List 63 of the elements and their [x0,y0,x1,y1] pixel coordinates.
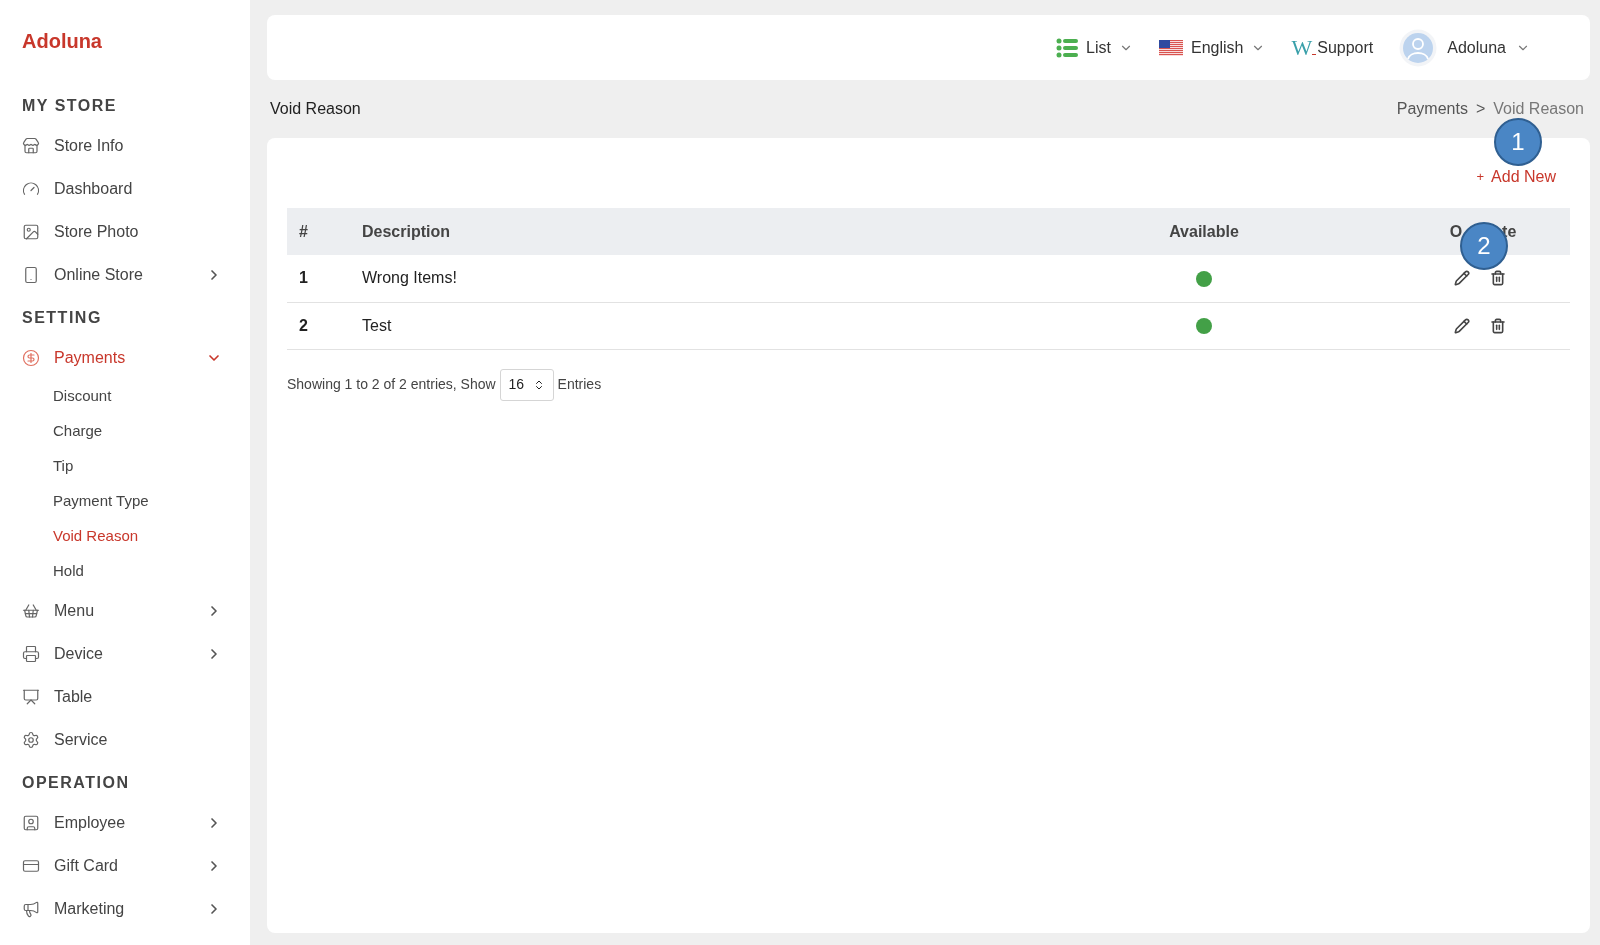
submenu-item[interactable]: Hold [53,560,84,579]
submenu-item[interactable]: Discount [53,385,112,404]
submenu-item[interactable]: Void Reason [53,525,139,544]
avatar-icon [1399,28,1438,67]
easel-icon [22,688,40,706]
basket-icon [22,602,40,620]
sidebar-item[interactable]: Store Photo [22,220,228,244]
sidebar-item[interactable]: Gift Card [22,854,228,878]
sidebar-item[interactable]: Menu [22,599,228,623]
delete-icon[interactable] [1490,317,1506,334]
column-header: O [1449,221,1463,242]
table-cell: Test [362,302,1012,349]
image-icon [22,223,40,241]
sidebar-item[interactable]: Dashboard [22,177,228,201]
support-logo: W [1291,36,1313,59]
table-cell: Wrong Items! [362,255,1012,302]
add-new-button[interactable]: + Add New [1476,166,1556,188]
delete-icon[interactable] [1490,270,1506,287]
submenu-item[interactable]: Charge [53,420,103,439]
sidebar-item[interactable]: Online Store [22,263,228,287]
flag-icon [1159,39,1183,56]
table-cell: 2 [287,302,362,349]
edit-icon[interactable] [1454,270,1470,287]
sidebar-item[interactable]: Payments [22,346,228,370]
view-menu[interactable]: List [1056,35,1133,60]
printer-icon [22,645,40,663]
section-heading: SETTING [22,308,102,328]
support-link[interactable]: W Support [1291,35,1374,60]
language-menu[interactable]: English [1159,35,1266,60]
column-header: Description [362,221,450,242]
sidebar-item[interactable]: Marketing [22,897,228,921]
megaphone-icon [22,900,40,918]
sidebar-item[interactable]: Device [22,642,228,666]
phone-icon [22,266,40,284]
card-icon [22,857,40,875]
breadcrumb-separator: > [1475,99,1486,119]
sidebar-item[interactable]: Store Info [22,134,228,158]
store-icon [22,137,40,155]
entries-summary: Showing 1 to 2 of 2 entries, Show [287,375,496,394]
column-header: # [299,221,308,242]
gauge-icon [22,180,40,198]
sidebar-item[interactable]: Table [22,685,228,709]
section-heading: MY STORE [22,96,117,116]
dollar-icon [22,349,40,367]
table-cell: 1 [287,255,362,302]
submenu-item[interactable]: Payment Type [53,490,149,509]
edit-icon[interactable] [1454,317,1470,334]
brand-logo[interactable]: Adoluna [22,26,102,56]
page-title: Void Reason [270,99,361,119]
callout-marker: 1 [1494,118,1542,166]
list-icon [1056,37,1079,58]
section-heading: OPERATION [22,773,130,793]
sidebar-item[interactable]: Employee [22,811,228,835]
column-header: Available [1169,221,1239,242]
entries-label: Entries [557,375,602,394]
settings-icon [22,731,40,749]
breadcrumb-item[interactable]: Payments [1396,97,1468,121]
badge-icon [22,814,40,832]
user-menu[interactable]: Adoluna [1399,28,1530,67]
breadcrumb-item: Void Reason [1493,99,1584,119]
sidebar-item[interactable]: Service [22,728,228,752]
submenu-item[interactable]: Tip [53,455,74,474]
page-size-select[interactable]: 16 [499,368,554,401]
